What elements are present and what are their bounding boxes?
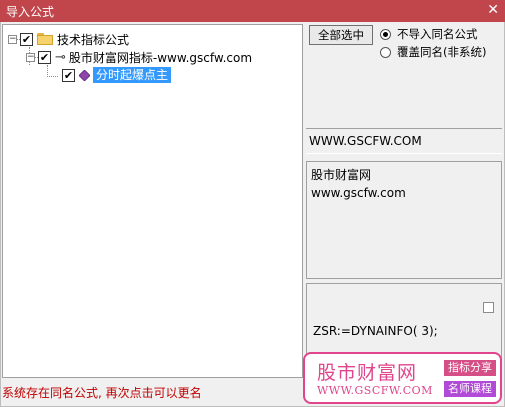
tree-node-child[interactable]: − ✔ ⊸ 股市财富网指标-www.gscfw.com (26, 48, 252, 66)
watermark-name: 股市财富网 (317, 362, 418, 384)
radio-label: 覆盖同名(非系统) (397, 45, 487, 59)
leaf-label: 分时起爆点主 (93, 67, 172, 83)
root-label: 技术指标公式 (57, 32, 130, 47)
info-line: 股市财富网 (311, 168, 372, 182)
window-title: 导入公式 (6, 5, 55, 19)
radio-button-icon[interactable] (380, 28, 391, 40)
select-all-button[interactable]: 全部选中 (309, 25, 373, 45)
title-bar: 导入公式 ✕ (0, 0, 505, 22)
root-checkbox[interactable]: ✔ (20, 32, 33, 46)
folder-icon (37, 33, 53, 45)
collapse-toggle-icon[interactable]: − (26, 52, 35, 62)
formula-info-box: 股市财富网 www.gscfw.com (306, 161, 502, 279)
info-line: www.gscfw.com (311, 186, 406, 200)
formula-icon (79, 69, 90, 81)
formula-tree[interactable]: − ✔ 技术指标公式 − ✔ ⊸ 股市财富网指标-www.gscfw.com ✔… (2, 24, 303, 378)
tree-node-leaf[interactable]: ✔ 分时起爆点主 (62, 66, 172, 84)
watermark-logo: 股市财富网 WWW.GSCFW.COM 指标分享 名师课程 (303, 352, 502, 404)
watermark-tag: 指标分享 (444, 360, 496, 376)
watermark-url: WWW.GSCFW.COM (317, 384, 433, 397)
child-checkbox[interactable]: ✔ (38, 50, 51, 64)
radio-button-icon[interactable] (380, 46, 391, 58)
radio-overwrite-duplicates[interactable]: 覆盖同名(非系统) (380, 44, 486, 60)
close-icon[interactable]: ✕ (487, 2, 499, 18)
watermark-tag: 名师课程 (444, 381, 496, 397)
formula-code: ZSR:=DYNAINFO( 3); (313, 324, 438, 338)
leaf-checkbox[interactable]: ✔ (62, 68, 75, 82)
radio-skip-duplicates[interactable]: 不导入同名公式 (380, 26, 478, 42)
source-url-field: WWW.GSCFW.COM (306, 128, 502, 154)
key-icon: ⊸ (55, 49, 66, 65)
status-message: 系统存在同名公式, 再次点击可以更名 (2, 386, 202, 400)
radio-label: 不导入同名公式 (397, 27, 478, 41)
collapse-toggle-icon[interactable]: − (8, 34, 17, 44)
tree-connector (47, 76, 58, 77)
tree-node-root[interactable]: − ✔ 技术指标公式 (8, 30, 129, 48)
child-label: 股市财富网指标-www.gscfw.com (68, 50, 253, 65)
option-checkbox[interactable] (483, 302, 494, 313)
